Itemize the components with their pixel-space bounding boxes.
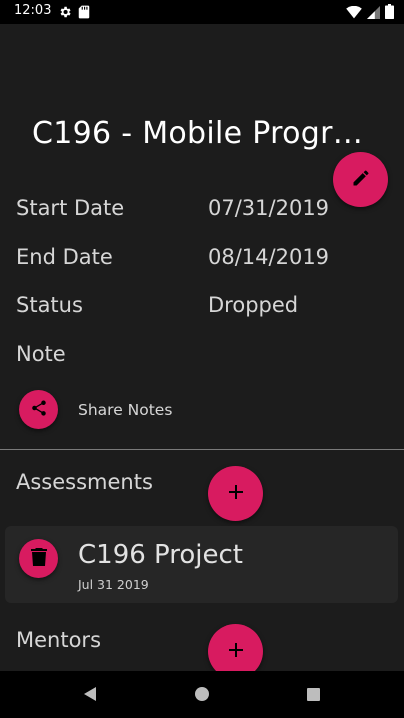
course-detail-screen: C196 - Mobile Progra... Start Date 07/31… xyxy=(0,24,404,671)
assessment-name: C196 Project xyxy=(78,540,244,570)
share-notes-button[interactable] xyxy=(19,390,58,429)
assessment-card[interactable]: C196 Project Jul 31 2019 xyxy=(5,526,398,603)
delete-assessment-button[interactable] xyxy=(19,539,58,578)
navigation-bar xyxy=(0,671,404,718)
assessments-title: Assessments xyxy=(16,470,153,494)
status-value: Dropped xyxy=(208,293,299,317)
status-label: Status xyxy=(16,293,83,317)
recents-icon[interactable] xyxy=(302,683,324,705)
status-time: 12:03 xyxy=(14,3,52,18)
share-notes-label[interactable]: Share Notes xyxy=(78,401,172,419)
pencil-icon xyxy=(351,168,371,192)
edit-course-button[interactable] xyxy=(333,152,388,207)
share-icon xyxy=(30,399,48,421)
status-bar: 12:03 xyxy=(0,0,404,24)
signal-icon xyxy=(367,4,380,23)
start-date-label: Start Date xyxy=(16,196,125,220)
note-label: Note xyxy=(16,342,66,366)
course-title: C196 - Mobile Progra... xyxy=(32,116,372,151)
end-date-value: 08/14/2019 xyxy=(208,245,330,269)
assessment-date: Jul 31 2019 xyxy=(78,577,149,592)
home-icon[interactable] xyxy=(191,683,213,705)
plus-icon xyxy=(228,484,243,503)
trash-icon xyxy=(30,547,47,570)
add-mentor-button[interactable] xyxy=(208,624,263,671)
sd-card-icon xyxy=(78,4,90,23)
gear-icon xyxy=(58,4,72,23)
back-icon[interactable] xyxy=(79,683,101,705)
section-divider xyxy=(0,449,404,450)
add-assessment-button[interactable] xyxy=(208,466,263,521)
start-date-value: 07/31/2019 xyxy=(208,196,330,220)
wifi-icon xyxy=(346,4,362,23)
mentors-title: Mentors xyxy=(16,628,102,652)
plus-icon xyxy=(228,642,243,661)
end-date-label: End Date xyxy=(16,245,113,269)
battery-icon xyxy=(385,4,394,23)
